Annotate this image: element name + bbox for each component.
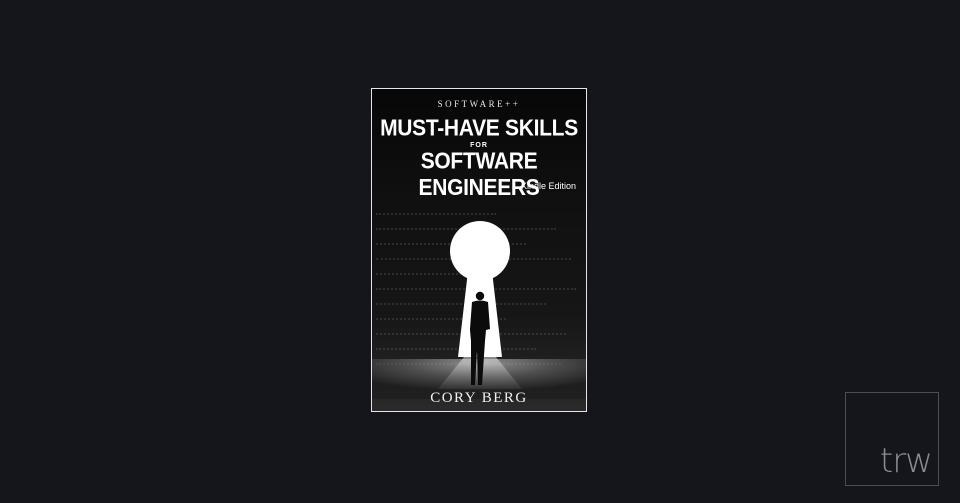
keyhole-illustration xyxy=(372,221,586,399)
book-cover: SOFTWARE++ MUST-HAVE SKILLS FOR SOFTWARE… xyxy=(371,88,587,412)
page-stage: SOFTWARE++ MUST-HAVE SKILLS FOR SOFTWARE… xyxy=(0,0,960,503)
author-name: CORY BERG xyxy=(430,390,528,406)
trw-logo: trw xyxy=(845,392,939,486)
logo-text: trw xyxy=(879,441,933,481)
